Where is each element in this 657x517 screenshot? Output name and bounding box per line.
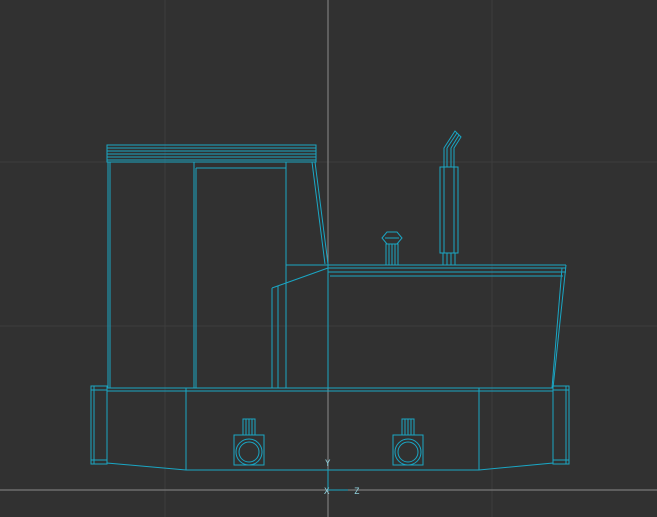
axis-z-label: Z xyxy=(354,487,360,497)
buffer-left xyxy=(90,385,108,465)
axis-y-label: Y xyxy=(325,459,331,469)
viewport-canvas[interactable]: Y X Z xyxy=(0,0,657,517)
wheel-rear xyxy=(392,418,424,466)
chassis xyxy=(106,387,554,471)
buffer-right xyxy=(552,385,570,465)
origin-axes xyxy=(0,0,657,517)
axis-gizmo: Y X Z xyxy=(324,459,360,497)
cab xyxy=(107,161,329,388)
viewport-side[interactable]: Y X Z xyxy=(0,0,657,517)
wheel-front xyxy=(233,418,265,466)
roof xyxy=(106,144,317,163)
exhaust-stack xyxy=(439,130,462,265)
locomotive-wireframe[interactable] xyxy=(90,130,570,471)
axis-x-label: X xyxy=(324,487,330,497)
cap xyxy=(381,231,403,266)
